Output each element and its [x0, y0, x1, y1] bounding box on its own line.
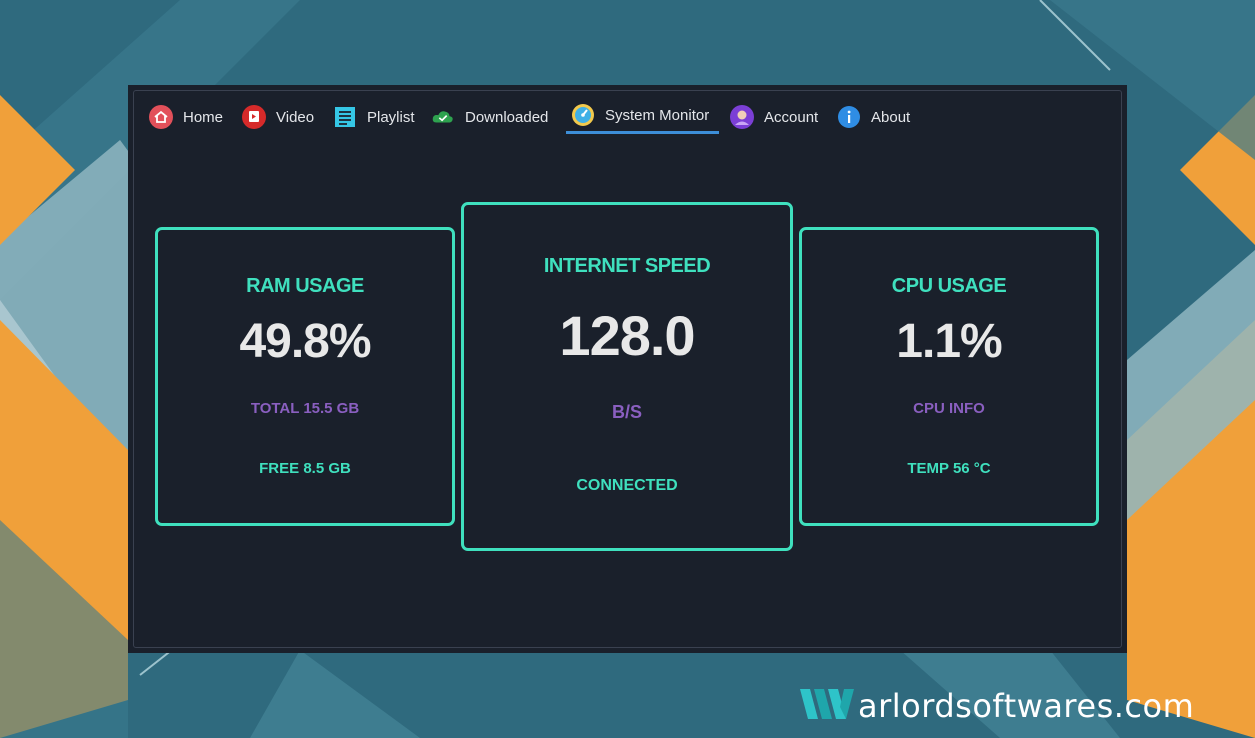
home-icon [149, 105, 173, 129]
internet-speed-value: 128.0 [559, 304, 695, 367]
cpu-usage-card: CPU USAGE 1.1% CPU INFO TEMP 56 °C [799, 227, 1099, 526]
cpu-info: CPU INFO [913, 400, 985, 417]
tab-system-monitor-label: System Monitor [605, 106, 710, 124]
ram-usage-card: RAM USAGE 49.8% TOTAL 15.5 GB FREE 8.5 G… [155, 227, 455, 526]
tab-video-label: Video [276, 108, 315, 126]
nav-bar: Home Video Playlist Downloaded System Mo… [128, 85, 1127, 145]
tab-downloaded-label: Downloaded [465, 108, 549, 126]
tab-account-label: Account [764, 108, 819, 126]
account-icon [730, 105, 754, 129]
watermark: arlordsoftwares.com [800, 684, 1194, 728]
tab-about-label: About [871, 108, 911, 126]
cpu-usage-title: CPU USAGE [891, 275, 1007, 297]
tab-system-monitor[interactable]: System Monitor [565, 100, 720, 134]
tab-home-label: Home [183, 108, 224, 126]
tab-playlist[interactable]: Playlist [333, 102, 415, 132]
tab-video[interactable]: Video [242, 102, 314, 132]
gauge-icon [571, 103, 595, 127]
watermark-logo-icon [800, 687, 854, 725]
tab-playlist-label: Playlist [367, 108, 415, 126]
tab-about[interactable]: About [837, 102, 910, 132]
cpu-usage-value: 1.1% [896, 315, 1002, 368]
video-icon [242, 105, 266, 129]
cloud-check-icon [431, 105, 455, 129]
info-icon [837, 105, 861, 129]
tab-downloaded[interactable]: Downloaded [431, 102, 548, 132]
ram-free: FREE 8.5 GB [259, 460, 351, 477]
cpu-temp: TEMP 56 °C [907, 460, 991, 477]
internet-speed-card: INTERNET SPEED 128.0 B/S CONNECTED [461, 202, 793, 551]
ram-usage-value: 49.8% [239, 315, 371, 368]
internet-speed-title: INTERNET SPEED [543, 255, 711, 277]
internet-speed-unit: B/S [611, 402, 642, 422]
ram-total: TOTAL 15.5 GB [250, 400, 360, 417]
app-window: Home Video Playlist Downloaded System Mo… [128, 85, 1127, 653]
playlist-icon [333, 105, 357, 129]
watermark-text: arlordsoftwares.com [858, 687, 1195, 725]
tab-account[interactable]: Account [730, 102, 818, 132]
tab-home[interactable]: Home [149, 102, 223, 132]
internet-status: CONNECTED [576, 477, 678, 494]
ram-usage-title: RAM USAGE [246, 275, 364, 297]
